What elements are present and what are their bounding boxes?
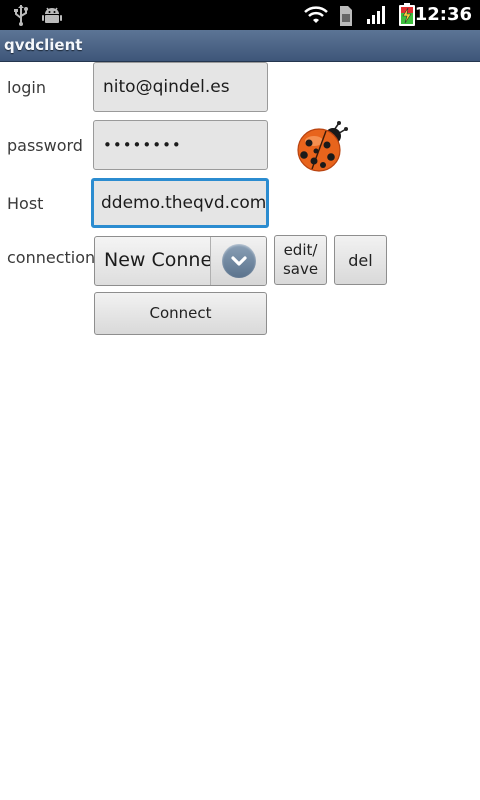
password-field[interactable]: •••••••• [93, 120, 268, 170]
ladybug-icon [297, 121, 348, 172]
host-label: Host [7, 194, 44, 213]
usb-icon [14, 5, 28, 26]
app-title: qvdclient [4, 36, 83, 54]
edit-save-label-line2: save [282, 260, 319, 278]
spinner-arrow-area[interactable] [210, 237, 266, 285]
connection-label: connection [7, 248, 96, 267]
host-field[interactable]: ddemo.theqvd.com [91, 178, 269, 228]
connection-spinner[interactable]: New Connection [94, 236, 267, 286]
password-label: password [7, 136, 83, 155]
edit-save-label-line1: edit/ [283, 241, 318, 259]
connect-button[interactable]: Connect [94, 292, 267, 335]
android-debug-icon [42, 7, 62, 23]
login-label: login [7, 78, 46, 97]
chevron-down-icon [222, 244, 256, 278]
sim-card-icon [340, 6, 352, 26]
login-field[interactable]: nito@qindel.es [93, 62, 268, 112]
wifi-icon [304, 6, 328, 23]
edit-save-button[interactable]: edit/ save [274, 235, 327, 285]
status-bar: 12:36 [0, 0, 480, 30]
delete-button[interactable]: del [334, 235, 387, 285]
title-bar: qvdclient [0, 30, 480, 62]
clock: 12:36 [414, 4, 472, 25]
battery-charging-icon [399, 3, 415, 26]
signal-strength-icon [367, 6, 385, 24]
connection-selected-value: New Connection [104, 249, 210, 271]
